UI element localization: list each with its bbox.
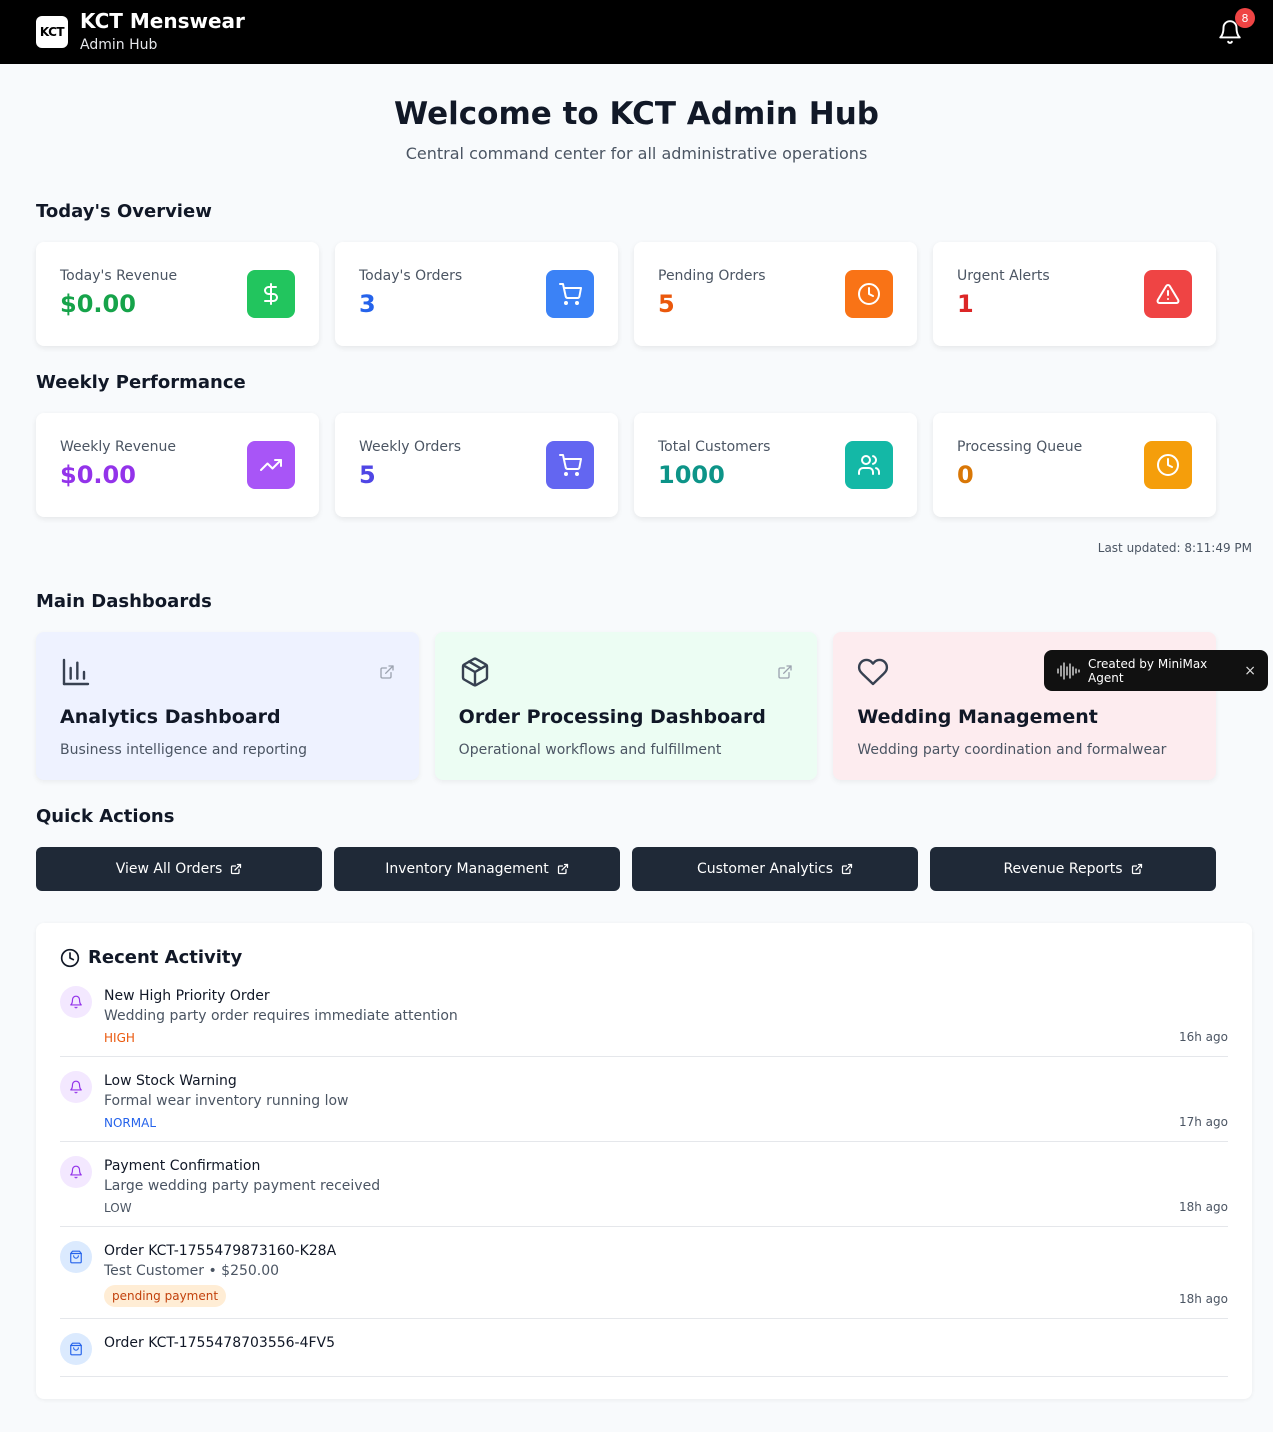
weekly-stats: Weekly Revenue $0.00 Weekly Orders 5 Tot… (0, 413, 1252, 517)
activity-body: Payment Confirmation Large wedding party… (104, 1156, 1228, 1215)
stat-card-processing-queue: Processing Queue 0 (933, 413, 1216, 517)
activity-title: Order KCT-1755479873160-K28A (104, 1243, 337, 1259)
external-link-icon (380, 665, 394, 679)
button-label: Revenue Reports (1003, 861, 1123, 877)
dashboard-desc: Wedding party coordination and formalwea… (857, 742, 1167, 758)
minimax-agent-toast: Created by MiniMax Agent × (1044, 650, 1268, 691)
brand-title: KCT Menswear (80, 9, 245, 33)
dashboard-title: Analytics Dashboard (60, 706, 281, 728)
top-bar: KCT KCT Menswear Admin Hub 8 (0, 0, 1273, 64)
trending-up-icon (247, 441, 295, 489)
activity-item[interactable]: Low Stock Warning Formal wear inventory … (60, 1071, 1228, 1142)
button-label: View All Orders (115, 861, 223, 877)
recent-activity-title: Recent Activity (88, 947, 243, 968)
revenue-reports-button[interactable]: Revenue Reports (930, 847, 1216, 891)
inventory-management-button[interactable]: Inventory Management (334, 847, 620, 891)
customer-analytics-button[interactable]: Customer Analytics (632, 847, 918, 891)
stat-card-urgent-alerts: Urgent Alerts 1 (933, 242, 1216, 346)
activity-list[interactable]: New High Priority Order Wedding party or… (60, 986, 1228, 1378)
brand-logo[interactable]: KCT (36, 16, 68, 48)
dashboard-desc: Business intelligence and reporting (60, 742, 308, 758)
activity-desc: Test Customer • $250.00 (104, 1263, 280, 1279)
toast-label: Created by MiniMax Agent (1088, 656, 1208, 685)
users-icon (845, 441, 893, 489)
activity-time: 17h ago (1178, 1115, 1228, 1129)
view-all-orders-button[interactable]: View All Orders (36, 847, 322, 891)
today-stats: Today's Revenue $0.00 Today's Orders 3 P… (0, 242, 1252, 346)
recent-activity-header: Recent Activity (60, 947, 1228, 968)
dashboard-desc: Operational workflows and fulfillment (458, 742, 722, 758)
activity-title: Low Stock Warning (104, 1073, 237, 1089)
button-label: Customer Analytics (696, 861, 834, 877)
dollar-icon (247, 270, 295, 318)
clock-icon (60, 948, 80, 967)
dashboard-card-order-processing[interactable]: Order Processing Dashboard Operational w… (434, 632, 818, 780)
brand: KCT Menswear Admin Hub (80, 9, 245, 55)
activity-title: New High Priority Order (104, 988, 270, 1004)
activity-item[interactable]: New High Priority Order Wedding party or… (60, 986, 1228, 1057)
stat-card-weekly-orders: Weekly Orders 5 (335, 413, 618, 517)
heart-icon (858, 658, 889, 686)
activity-time: 18h ago (1178, 1200, 1228, 1214)
clock-icon (1144, 441, 1192, 489)
dashboard-title: Wedding Management (857, 706, 1098, 728)
priority-tag: NORMAL (104, 1116, 157, 1130)
notification-badge: 8 (1235, 8, 1255, 28)
close-icon[interactable]: × (1244, 663, 1256, 679)
activity-desc: Large wedding party payment received (104, 1178, 381, 1194)
last-updated: Last updated: 8:11:49 PM (1097, 541, 1252, 555)
external-link-icon (231, 863, 242, 875)
activity-desc: Formal wear inventory running low (104, 1093, 349, 1109)
main-dashboards-title: Main Dashboards (36, 591, 212, 612)
page-title: Welcome to KCT Admin Hub (394, 96, 879, 132)
activity-body: Low Stock Warning Formal wear inventory … (104, 1071, 1228, 1130)
package-icon (461, 657, 488, 687)
today-overview-title: Today's Overview (36, 201, 212, 222)
stat-card-weekly-revenue: Weekly Revenue $0.00 (36, 413, 319, 517)
clock-icon (845, 270, 893, 318)
quick-actions: View All Orders Inventory Management Cus… (0, 847, 1252, 891)
dashboard-card-analytics[interactable]: Analytics Dashboard Business intelligenc… (36, 632, 419, 780)
bar-chart-icon (62, 658, 90, 686)
weekly-performance-title: Weekly Performance (36, 372, 246, 393)
activity-desc: Wedding party order requires immediate a… (104, 1008, 458, 1024)
quick-actions-title: Quick Actions (36, 806, 175, 827)
hero: Welcome to KCT Admin Hub Central command… (0, 64, 1273, 163)
activity-title: Payment Confirmation (104, 1158, 261, 1174)
external-link-icon (841, 863, 853, 875)
brand-subtitle: Admin Hub (80, 37, 158, 53)
activity-body: Order KCT-1755479873160-K28A Test Custom… (104, 1241, 1228, 1307)
activity-time: 18h ago (1178, 1292, 1228, 1306)
shopping-bag-icon (60, 1241, 92, 1273)
activity-title: Order KCT-1755478703556-4FV5 (104, 1335, 336, 1351)
external-link-icon (778, 665, 793, 679)
external-link-icon (1131, 863, 1142, 875)
status-badge: pending payment (104, 1285, 227, 1307)
stat-card-pending-orders: Pending Orders 5 (634, 242, 917, 346)
priority-tag: HIGH (104, 1031, 135, 1045)
external-link-icon (557, 863, 568, 875)
button-label: Inventory Management (385, 861, 549, 877)
bell-icon (60, 986, 92, 1018)
bell-icon (60, 1071, 92, 1103)
cart-icon (546, 441, 594, 489)
activity-body: New High Priority Order Wedding party or… (104, 986, 1228, 1045)
activity-item[interactable]: Order KCT-1755478703556-4FV5 (60, 1333, 1228, 1377)
activity-item[interactable]: Order KCT-1755479873160-K28A Test Custom… (60, 1241, 1228, 1319)
alert-icon (1144, 270, 1192, 318)
bell-icon (60, 1156, 92, 1188)
cart-icon (546, 270, 594, 318)
activity-time: 16h ago (1178, 1030, 1228, 1044)
activity-body: Order KCT-1755478703556-4FV5 (104, 1333, 1228, 1365)
shopping-bag-icon (60, 1333, 92, 1365)
dashboard-title: Order Processing Dashboard (458, 706, 766, 728)
stat-card-today-orders: Today's Orders 3 (335, 242, 618, 346)
stat-card-today-revenue: Today's Revenue $0.00 (36, 242, 319, 346)
activity-item[interactable]: Payment Confirmation Large wedding party… (60, 1156, 1228, 1227)
stat-card-total-customers: Total Customers 1000 (634, 413, 917, 517)
recent-activity-panel: Recent Activity New High Priority Order … (36, 923, 1252, 1399)
page-subtitle: Central command center for all administr… (405, 144, 868, 163)
waveform-icon (1057, 661, 1080, 680)
priority-tag: LOW (104, 1201, 132, 1215)
